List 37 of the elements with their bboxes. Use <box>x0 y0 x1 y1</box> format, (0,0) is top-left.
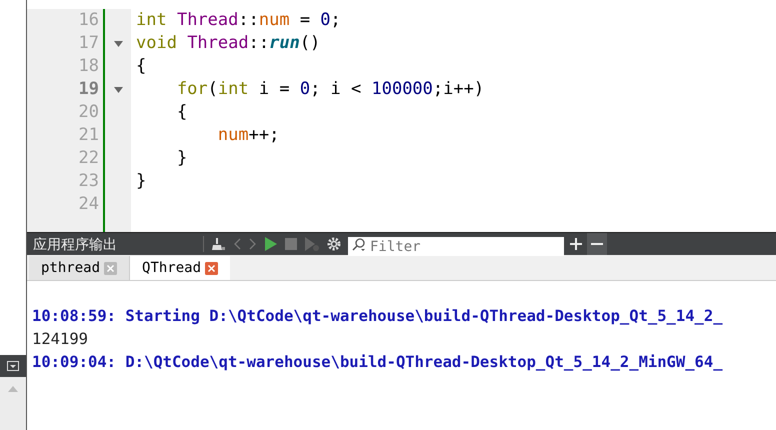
line-number: 22 <box>78 147 99 170</box>
line-number: 20 <box>78 101 99 124</box>
minus-button[interactable] <box>587 233 607 255</box>
code-line: { <box>176 102 188 122</box>
pane-title: 应用程序输出 <box>32 234 118 254</box>
code-line: { <box>136 56 146 76</box>
line-number: 19 <box>78 78 99 101</box>
minus-icon <box>591 243 603 245</box>
play-icon[interactable] <box>265 237 277 251</box>
line-number: 17 <box>78 32 99 55</box>
settings-icon[interactable] <box>327 237 341 251</box>
code-line: for(int i = 0; i < 100000;i++) <box>176 79 484 99</box>
dropdown-button[interactable] <box>0 355 26 377</box>
output-line: 10:08:59: Starting D:\QtCode\qt-warehouse\build-QThread-Desktop_Qt_5_14_2_ <box>32 306 723 327</box>
plus-icon[interactable] <box>569 237 583 251</box>
code-line: } <box>176 148 188 168</box>
output-tab[interactable]: QThread <box>130 256 230 280</box>
code-line: } <box>136 171 146 191</box>
line-number: 16 <box>78 9 99 32</box>
output-tab[interactable]: pthread <box>29 256 130 280</box>
line-number: 24 <box>78 193 99 216</box>
output-line: 124199 <box>32 329 88 350</box>
broom-icon[interactable] <box>211 237 225 251</box>
fold-arrow-icon[interactable] <box>114 86 122 92</box>
code-line: num++; <box>216 125 280 145</box>
filter-field[interactable]: Filter <box>348 237 564 256</box>
output-line: 10:09:04: D:\QtCode\qt-warehouse\build-QThread-Desktop_Qt_5_14_2_MinGW_64_ <box>32 352 723 373</box>
scroll-up-icon <box>8 385 18 392</box>
fold-arrow-icon[interactable] <box>114 40 122 46</box>
line-number: 21 <box>78 124 99 147</box>
line-number: 23 <box>78 170 99 193</box>
close-icon[interactable] <box>205 262 218 274</box>
code-line: int Thread::num = 0; <box>136 10 341 30</box>
search-icon <box>352 238 366 250</box>
line-number: 18 <box>78 55 99 78</box>
dropdown-icon <box>7 361 19 371</box>
code-line: void Thread::run() <box>136 33 320 53</box>
